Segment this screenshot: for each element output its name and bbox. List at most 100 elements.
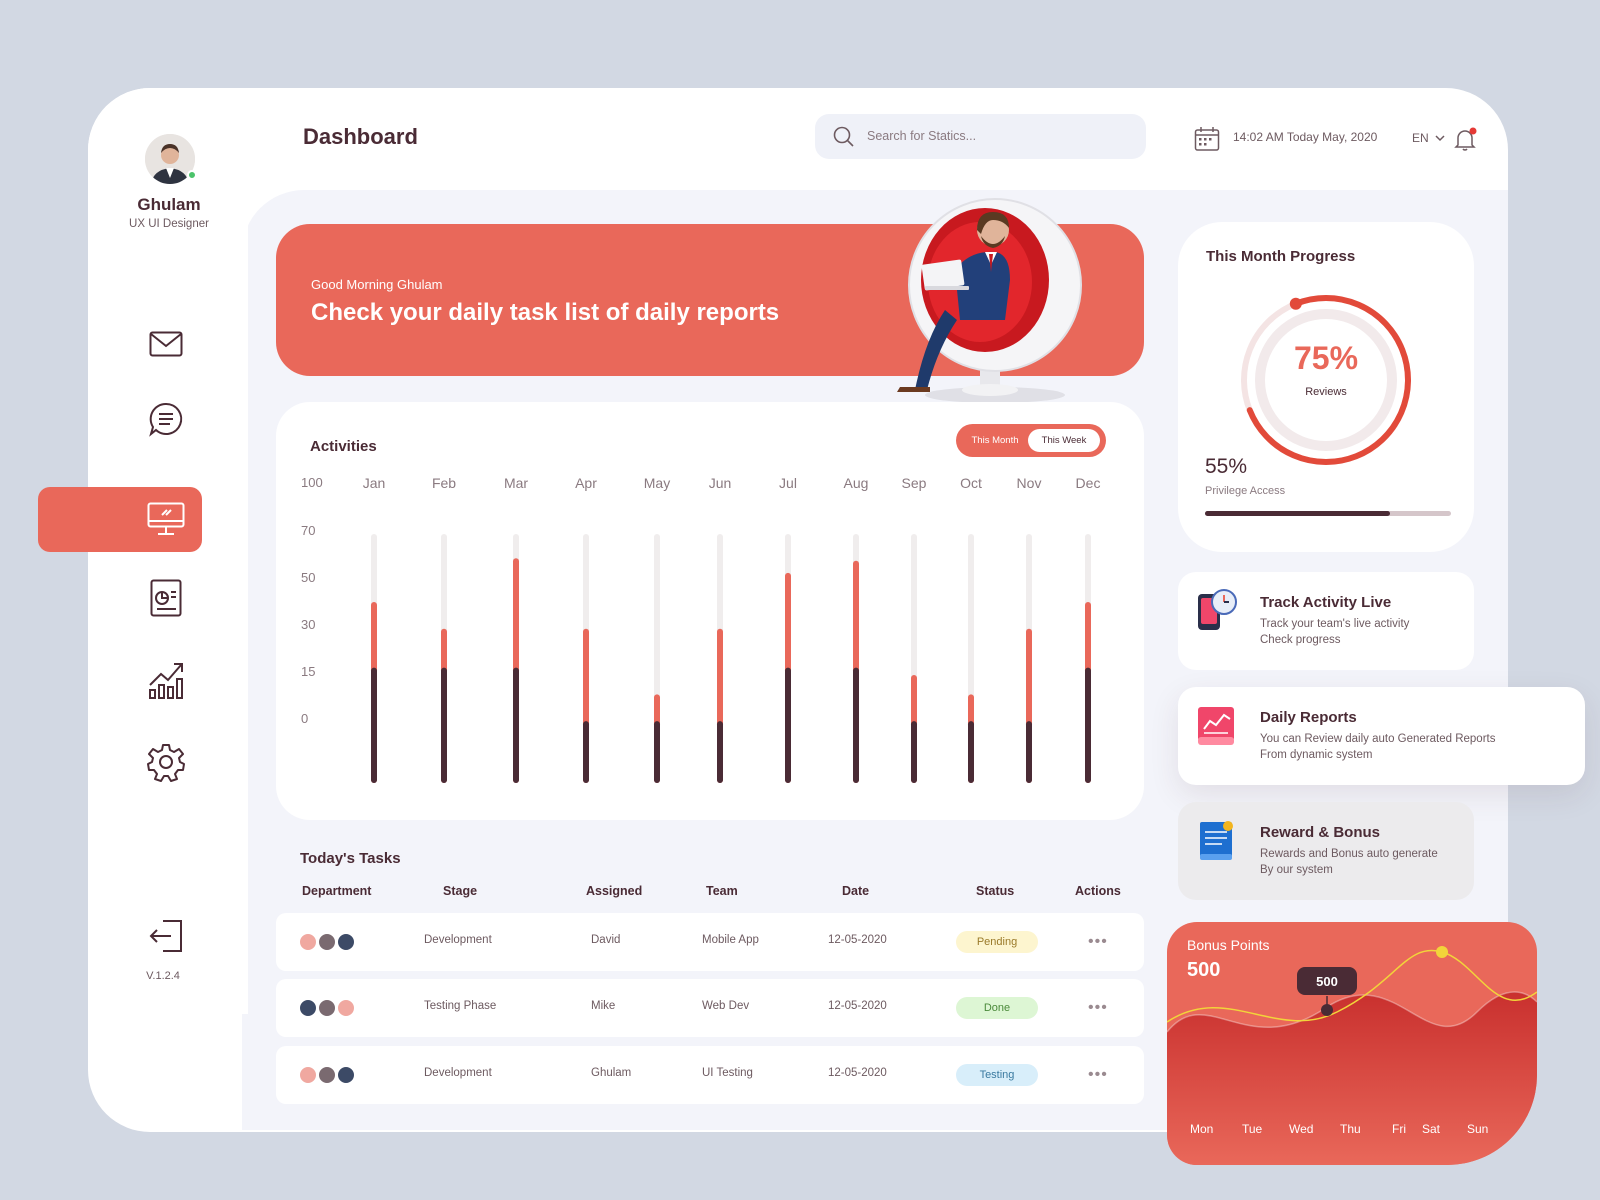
task-team: Web Dev: [702, 1000, 750, 1012]
user-role: UX UI Designer: [129, 218, 209, 230]
status-badge: Done: [956, 997, 1038, 1019]
x-tick-label: Dec: [1076, 475, 1101, 491]
x-tick-label: May: [644, 475, 670, 491]
task-date: 12-05-2020: [828, 1000, 887, 1012]
task-date: 12-05-2020: [828, 1067, 887, 1079]
sidebar-item-dashboard[interactable]: [144, 497, 188, 541]
y-tick-label: 100: [301, 475, 323, 490]
gear-icon: [147, 744, 185, 782]
column-header-stage: Stage: [443, 884, 478, 898]
task-assigned: Ghulam: [591, 1067, 632, 1079]
row-actions-button[interactable]: •••: [1088, 1066, 1108, 1084]
x-tick-label: Jun: [709, 475, 732, 491]
activities-chart: 100 70 50 30 15 0 Jan Feb Mar Apr May Jun Jul Aug Sep O…: [301, 475, 1101, 783]
notification-button[interactable]: [1453, 126, 1479, 157]
privilege-access-fill: [1205, 511, 1390, 516]
column-header-assigned: Assigned: [586, 884, 643, 898]
task-assigned: David: [591, 934, 621, 946]
feature-title: Reward & Bonus: [1260, 824, 1381, 841]
y-tick-label: 0: [301, 711, 308, 726]
feature-card-track-activity[interactable]: Track Activity Live Track your team's li…: [1178, 572, 1474, 670]
task-stage: Testing Phase: [424, 1000, 497, 1012]
search-input[interactable]: [867, 124, 1127, 148]
online-status-dot: [187, 170, 197, 180]
column-header-department: Department: [302, 884, 372, 898]
task-assigned: Mike: [591, 1000, 616, 1012]
feature-description: Track your team's live activity: [1260, 618, 1410, 630]
task-team: Mobile App: [702, 934, 759, 946]
member-avatar: [336, 1065, 356, 1085]
privilege-access-label: Privilege Access: [1205, 485, 1286, 497]
row-actions-button[interactable]: •••: [1088, 999, 1108, 1017]
table-row[interactable]: Testing Phase Mike Web Dev 12-05-2020 Do…: [276, 979, 1144, 1037]
ring-start-dot: [1289, 297, 1302, 310]
sidebar-item-analytics[interactable]: [144, 657, 188, 701]
day-label: Sat: [1422, 1122, 1441, 1136]
logout-icon: [149, 920, 182, 952]
logout-button[interactable]: [144, 914, 188, 958]
search-icon: [833, 126, 854, 147]
privilege-access-bar: [1205, 511, 1451, 516]
member-avatar: [298, 932, 318, 952]
ring-inner: [1255, 309, 1397, 451]
day-label: Wed: [1289, 1122, 1314, 1136]
bonus-label: Bonus Points: [1187, 937, 1270, 953]
sidebar-item-chat[interactable]: [144, 397, 188, 441]
feature-card-reward-bonus[interactable]: Reward & Bonus Rewards and Bonus auto ge…: [1178, 802, 1474, 900]
department-avatars: [298, 932, 360, 952]
report-chart-icon: [1198, 707, 1234, 745]
bell-icon: [1454, 127, 1477, 151]
x-tick-label: Feb: [432, 475, 456, 491]
page-title: Dashboard: [303, 124, 418, 149]
x-tick-label: Jul: [779, 475, 797, 491]
x-tick-label: Nov: [1017, 475, 1042, 491]
status-badge: Pending: [956, 931, 1038, 953]
feature-title: Daily Reports: [1260, 709, 1357, 726]
language-label: EN: [1412, 131, 1429, 145]
column-header-actions: Actions: [1075, 884, 1121, 898]
feature-description: Rewards and Bonus auto generate: [1260, 848, 1438, 860]
language-selector[interactable]: EN: [1412, 131, 1445, 145]
activities-card: Activities This Month This Week 100 70 50 3…: [276, 402, 1144, 820]
row-actions-button[interactable]: •••: [1088, 933, 1108, 951]
feature-description: From dynamic system: [1260, 749, 1373, 761]
search-bar[interactable]: [815, 114, 1146, 159]
feature-description: Check progress: [1260, 634, 1341, 646]
feature-card-daily-reports[interactable]: Daily Reports You can Review daily auto …: [1178, 687, 1585, 785]
calendar-icon[interactable]: [1194, 126, 1220, 157]
day-label: Mon: [1190, 1122, 1214, 1136]
sidebar-item-mail[interactable]: [144, 322, 188, 366]
task-team: UI Testing: [702, 1067, 753, 1079]
member-avatar: [317, 932, 337, 952]
app-version: V.1.2.4: [146, 970, 180, 982]
feature-description: By our system: [1260, 864, 1333, 876]
sidebar-item-settings[interactable]: [144, 740, 188, 784]
mail-icon: [149, 331, 183, 357]
day-label: Tue: [1242, 1122, 1263, 1136]
table-row[interactable]: Development Ghulam UI Testing 12-05-2020…: [276, 1046, 1144, 1104]
x-tick-label: Mar: [504, 475, 528, 491]
member-avatar: [298, 998, 318, 1018]
column-header-date: Date: [842, 884, 870, 898]
sidebar-item-reports[interactable]: [144, 576, 188, 620]
bonus-points-card: Bonus Points 500 500 Mon Tue Wed Thu Fri…: [1167, 922, 1537, 1165]
member-avatar: [317, 998, 337, 1018]
reward-doc-icon: [1200, 821, 1233, 860]
y-tick-label: 70: [301, 523, 315, 538]
table-row[interactable]: Development David Mobile App 12-05-2020 …: [276, 913, 1144, 971]
bonus-tooltip: 500: [1297, 967, 1357, 995]
x-tick-label: Sep: [902, 475, 927, 491]
day-label: Thu: [1340, 1122, 1361, 1136]
ring-label: Reviews: [1305, 386, 1347, 398]
privilege-access-value: 55%: [1205, 455, 1248, 478]
chevron-down-icon: [1435, 135, 1445, 142]
column-header-team: Team: [706, 884, 738, 898]
x-tick-label: Apr: [575, 475, 597, 491]
day-label: Sun: [1467, 1122, 1489, 1136]
day-label: Fri: [1392, 1122, 1406, 1136]
feature-title: Track Activity Live: [1260, 594, 1392, 611]
member-avatar: [336, 998, 356, 1018]
month-progress-card: This Month Progress 75% Reviews 55% Priv…: [1178, 222, 1474, 552]
status-badge: Testing: [956, 1064, 1038, 1086]
feature-description: You can Review daily auto Generated Repo…: [1260, 733, 1496, 745]
